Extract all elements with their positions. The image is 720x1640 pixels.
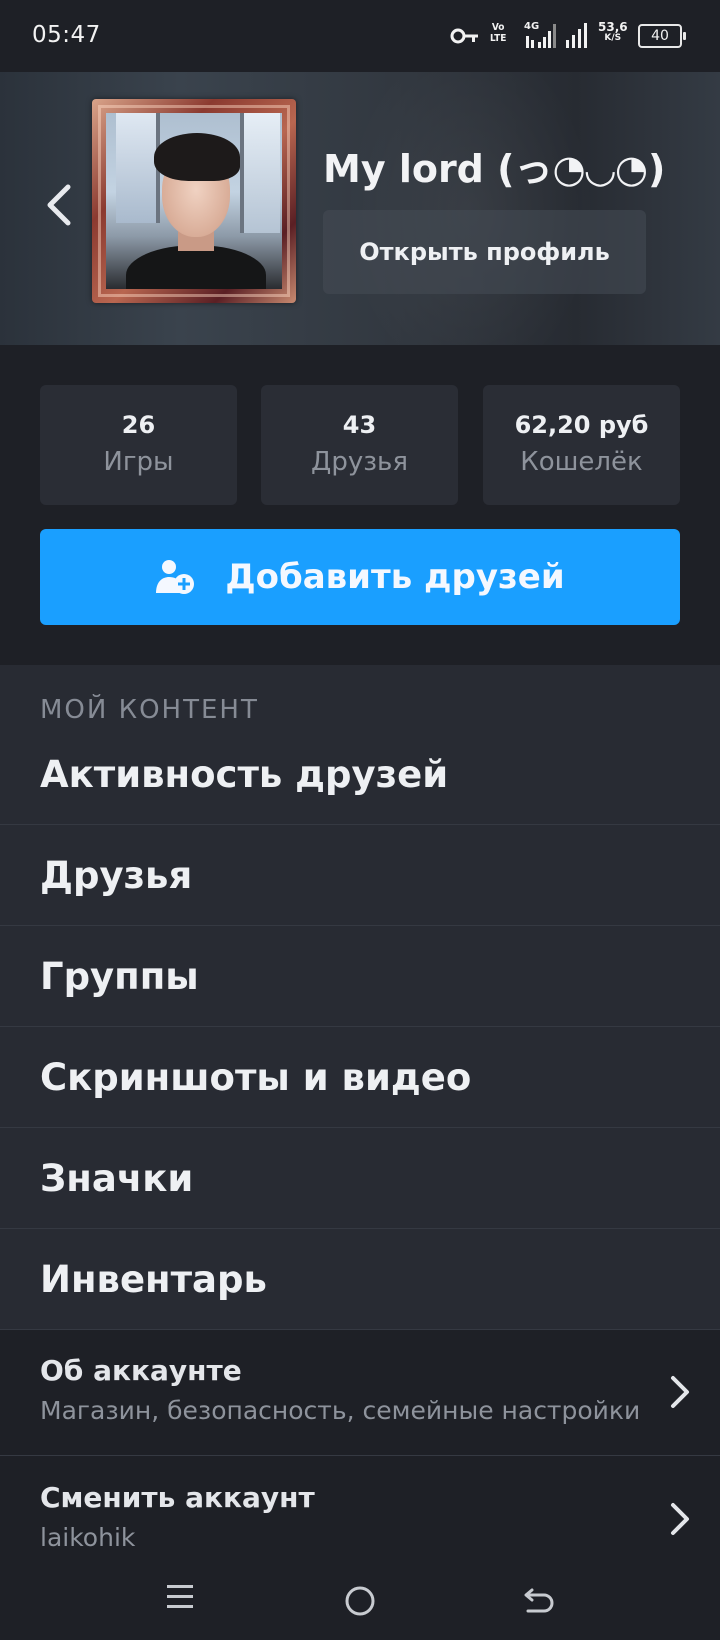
stat-friends[interactable]: 43 Друзья: [261, 385, 458, 505]
home-icon[interactable]: [330, 1580, 390, 1630]
stat-games-label: Игры: [103, 447, 174, 477]
stats-section: 26 Игры 43 Друзья 62,20 руб Кошелёк Доба…: [0, 345, 720, 665]
section-title: МОЙ КОНТЕНТ: [40, 695, 259, 725]
menu-item-label: Значки: [40, 1157, 194, 1200]
stat-games-value: 26: [121, 411, 156, 439]
my-content-section: МОЙ КОНТЕНТ Активность друзей Друзья Гру…: [0, 665, 720, 1330]
battery-indicator: 40: [638, 24, 686, 48]
account-details-title: Об аккаунте: [40, 1354, 242, 1387]
profile-header: My lord (っ◔◡◔) Открыть профиль: [0, 72, 720, 345]
switch-account-title: Сменить аккаунт: [40, 1481, 315, 1514]
menu-item-screenshots-videos[interactable]: Скриншоты и видео: [0, 1028, 720, 1128]
profile-name: My lord (っ◔◡◔): [323, 147, 666, 191]
avatar[interactable]: [92, 99, 296, 303]
menu-item-label: Группы: [40, 955, 199, 998]
menu-item-label: Активность друзей: [40, 753, 449, 796]
chevron-right-icon: [671, 1376, 689, 1408]
svg-text:4G: 4G: [524, 21, 539, 32]
signal-4g-icon: 4G: [524, 21, 556, 48]
stat-friends-value: 43: [342, 411, 377, 439]
menu-item-label: Друзья: [40, 854, 193, 897]
status-time: 05:47: [32, 22, 101, 48]
avatar-photo: [106, 113, 282, 289]
status-bar: 05:47 Vo LTE 4G 53,6 K/S 40: [0, 0, 720, 72]
back-icon[interactable]: [510, 1580, 570, 1630]
account-details-row[interactable]: Об аккаунте Магазин, безопасность, семей…: [0, 1330, 720, 1456]
menu-item-friends[interactable]: Друзья: [0, 826, 720, 926]
menu-icon[interactable]: [150, 1580, 210, 1630]
stat-wallet-label: Кошелёк: [520, 447, 643, 477]
volte-indicator: Vo LTE: [490, 22, 507, 44]
stat-friends-label: Друзья: [311, 447, 408, 477]
menu-item-groups[interactable]: Группы: [0, 927, 720, 1027]
vpn-key-icon: [450, 28, 478, 44]
switch-account-subtitle: laikohik: [40, 1523, 136, 1552]
open-profile-button[interactable]: Открыть профиль: [323, 210, 646, 294]
system-navigation-bar: [0, 1580, 720, 1640]
network-speed: 53,6 K/S: [598, 20, 628, 43]
menu-item-friends-activity[interactable]: Активность друзей: [0, 725, 720, 825]
stat-wallet-value: 62,20 руб: [514, 411, 649, 439]
add-friends-label: Добавить друзей: [225, 557, 565, 597]
chevron-right-icon: [671, 1503, 689, 1535]
switch-account-row[interactable]: Сменить аккаунт laikohik: [0, 1457, 720, 1583]
signal-strength-icon: [566, 23, 587, 48]
menu-item-badges[interactable]: Значки: [0, 1129, 720, 1229]
stat-games[interactable]: 26 Игры: [40, 385, 237, 505]
stat-wallet[interactable]: 62,20 руб Кошелёк: [483, 385, 680, 505]
account-details-subtitle: Магазин, безопасность, семейные настройк…: [40, 1396, 641, 1425]
menu-item-label: Скриншоты и видео: [40, 1056, 472, 1099]
add-user-icon: [156, 560, 195, 594]
add-friends-button[interactable]: Добавить друзей: [40, 529, 680, 625]
back-arrow-icon[interactable]: [40, 177, 80, 233]
status-icons: Vo LTE 4G 53,6 K/S 40: [450, 20, 690, 52]
menu-item-label: Инвентарь: [40, 1258, 267, 1301]
menu-item-inventory[interactable]: Инвентарь: [0, 1230, 720, 1330]
